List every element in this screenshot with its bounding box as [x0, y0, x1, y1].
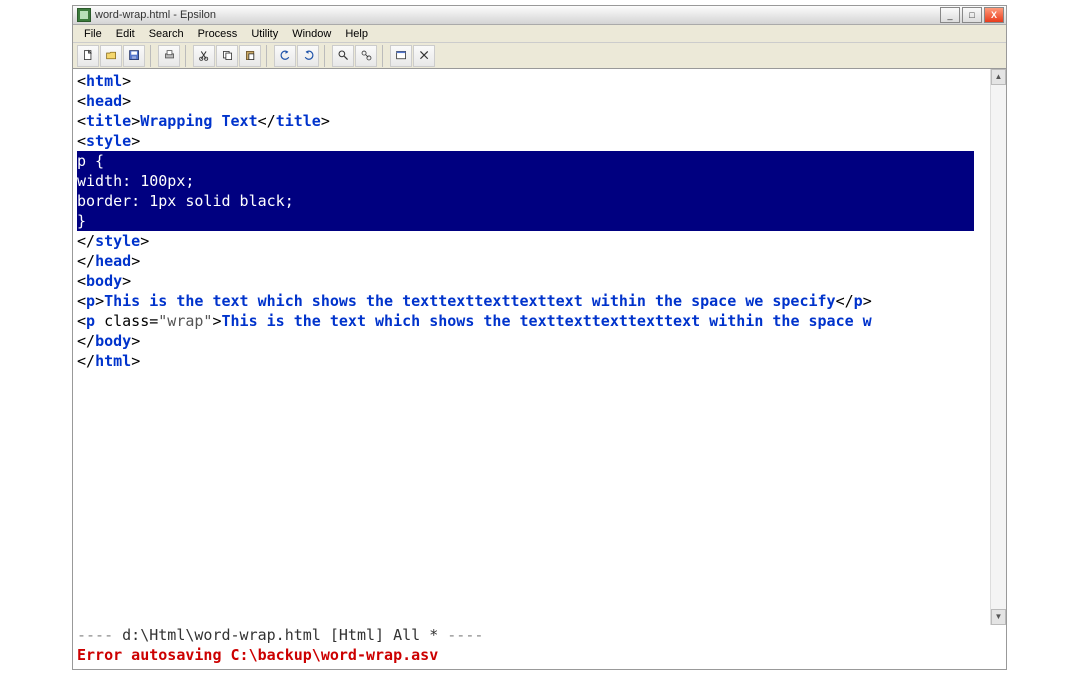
close-doc-icon[interactable]	[413, 45, 435, 67]
menu-search[interactable]: Search	[142, 27, 191, 41]
paste-icon[interactable]	[239, 45, 261, 67]
save-file-icon[interactable]	[123, 45, 145, 67]
window-icon[interactable]	[390, 45, 412, 67]
copy-icon[interactable]	[216, 45, 238, 67]
statusbar: ---- d:\Html\word-wrap.html [Html] All *…	[73, 625, 1006, 669]
find-replace-icon[interactable]	[355, 45, 377, 67]
minimize-button[interactable]: _	[940, 7, 960, 23]
toolbar-separator	[266, 45, 271, 67]
new-file-icon[interactable]	[77, 45, 99, 67]
open-file-icon[interactable]	[100, 45, 122, 67]
editor-area: <html> <head> <title>Wrapping Text</titl…	[73, 69, 1006, 625]
app-icon	[77, 8, 91, 22]
close-button[interactable]: X	[984, 7, 1004, 23]
vertical-scrollbar[interactable]: ▲ ▼	[990, 69, 1006, 625]
maximize-button[interactable]: □	[962, 7, 982, 23]
toolbar-separator	[185, 45, 190, 67]
scroll-track[interactable]	[991, 85, 1006, 609]
menu-file[interactable]: File	[77, 27, 109, 41]
status-path-line: ---- d:\Html\word-wrap.html [Html] All *…	[77, 625, 1002, 645]
redo-icon[interactable]	[297, 45, 319, 67]
window-title: word-wrap.html - Epsilon	[95, 9, 940, 21]
menu-process[interactable]: Process	[191, 27, 245, 41]
cut-icon[interactable]	[193, 45, 215, 67]
status-error-line: Error autosaving C:\backup\word-wrap.asv	[77, 645, 1002, 665]
toolbar-separator	[150, 45, 155, 67]
menu-utility[interactable]: Utility	[244, 27, 285, 41]
menu-window[interactable]: Window	[285, 27, 338, 41]
undo-icon[interactable]	[274, 45, 296, 67]
menu-help[interactable]: Help	[338, 27, 375, 41]
toolbar-separator	[324, 45, 329, 67]
menu-edit[interactable]: Edit	[109, 27, 142, 41]
toolbar	[73, 43, 1006, 69]
print-icon[interactable]	[158, 45, 180, 67]
code-editor[interactable]: <html> <head> <title>Wrapping Text</titl…	[73, 69, 990, 625]
toolbar-separator	[382, 45, 387, 67]
scroll-up-button[interactable]: ▲	[991, 69, 1006, 85]
scroll-down-button[interactable]: ▼	[991, 609, 1006, 625]
app-window: word-wrap.html - Epsilon _ □ X File Edit…	[72, 5, 1007, 670]
titlebar: word-wrap.html - Epsilon _ □ X	[73, 6, 1006, 25]
find-icon[interactable]	[332, 45, 354, 67]
menubar: File Edit Search Process Utility Window …	[73, 25, 1006, 43]
window-controls: _ □ X	[940, 7, 1004, 23]
